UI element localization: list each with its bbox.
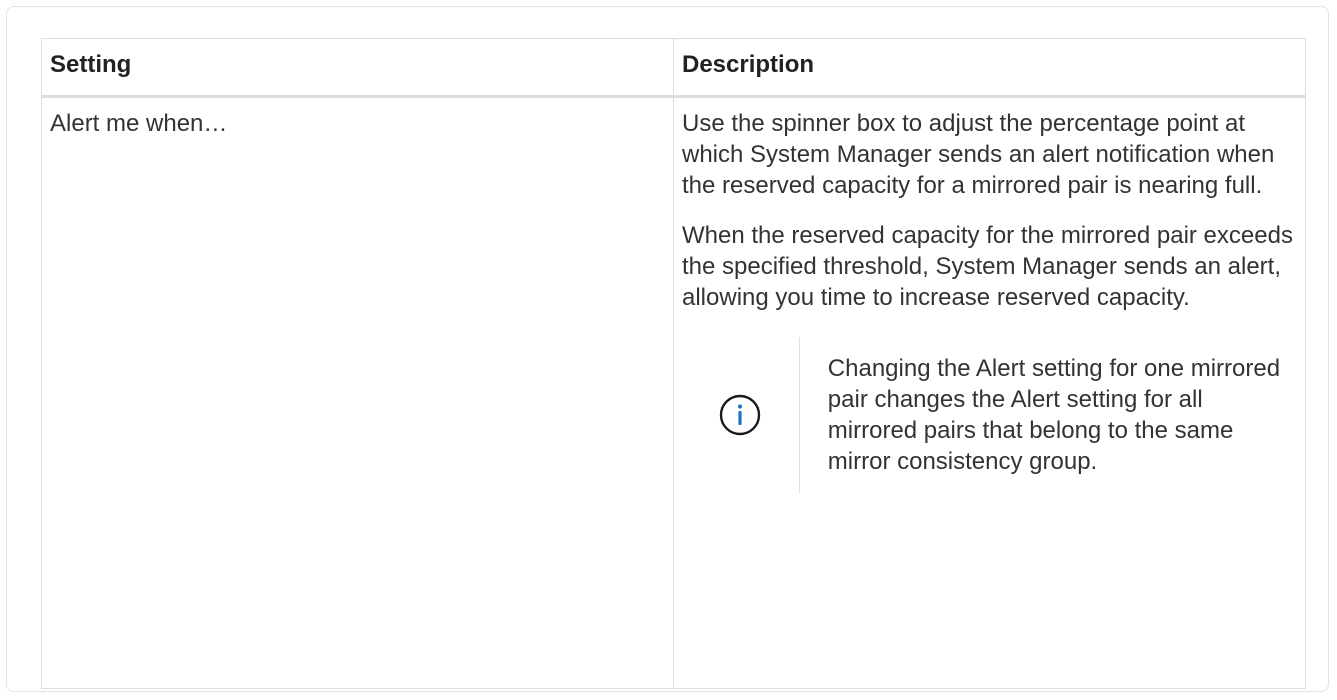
note-icon-column <box>682 337 800 493</box>
description-column-header: Description <box>673 38 1306 98</box>
settings-table: Setting Description Alert me when… Use t… <box>41 38 1306 689</box>
table-row: Alert me when… Use the spinner box to ad… <box>41 96 1306 689</box>
setting-column-header: Setting <box>41 38 674 98</box>
note-admonition: Changing the Alert setting for one mirro… <box>682 337 1297 493</box>
info-icon <box>720 394 761 436</box>
description-cell: Use the spinner box to adjust the percen… <box>673 96 1306 689</box>
table-header: Setting Description <box>41 38 1306 98</box>
description-paragraph: Use the spinner box to adjust the percen… <box>682 110 1275 199</box>
content-frame: Setting Description Alert me when… Use t… <box>6 6 1329 692</box>
description-paragraph: When the reserved capacity for the mirro… <box>682 222 1293 311</box>
header-row: Setting Description <box>41 38 1306 98</box>
setting-cell: Alert me when… <box>41 96 674 689</box>
note-text: Changing the Alert setting for one mirro… <box>827 355 1281 475</box>
